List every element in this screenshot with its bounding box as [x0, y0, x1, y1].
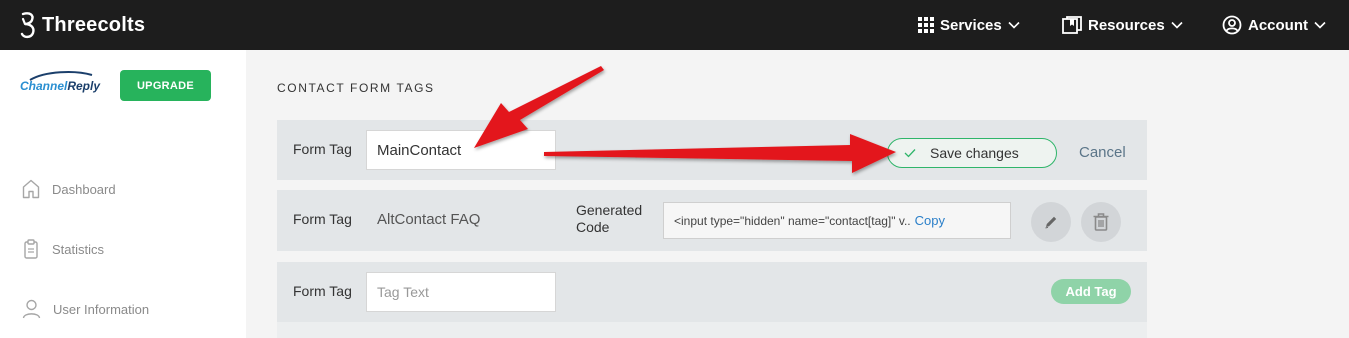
nav-services[interactable]: Services [918, 0, 1020, 50]
home-icon [22, 179, 40, 199]
grid-icon [918, 17, 934, 33]
edit-button[interactable] [1031, 202, 1071, 242]
pencil-icon [1045, 216, 1057, 229]
nav-resources-label: Resources [1088, 16, 1165, 34]
book-icon [1062, 16, 1082, 34]
form-tag-label: Form Tag [293, 283, 352, 299]
upgrade-button[interactable]: UPGRADE [120, 70, 211, 101]
brand-name: Threecolts [42, 13, 146, 36]
chevron-down-icon [1008, 21, 1020, 29]
generated-code-box[interactable]: <input type="hidden" name="contact[tag]"… [663, 202, 1011, 239]
save-changes-label: Save changes [930, 145, 1019, 161]
nav-account-label: Account [1248, 16, 1308, 34]
sidebar-item-label: User Information [53, 301, 150, 317]
generated-code-label: Generated Code [576, 202, 643, 235]
clipboard-icon [24, 239, 38, 259]
section-title: CONTACT FORM TAGS [277, 81, 435, 95]
save-changes-button[interactable]: Save changes [887, 138, 1057, 168]
threecolts-logo-icon [20, 12, 35, 39]
add-tag-button[interactable]: Add Tag [1051, 279, 1131, 304]
sidebar: ChannelReply UPGRADE Dashboard Statistic… [0, 50, 246, 338]
nav-services-label: Services [940, 16, 1002, 34]
copy-link[interactable]: Copy [915, 213, 945, 228]
logo-channel-text: Channel [20, 79, 68, 93]
nav-account[interactable]: Account [1222, 0, 1326, 50]
nav-resources[interactable]: Resources [1062, 0, 1183, 50]
channelreply-logo[interactable]: ChannelReply [20, 70, 100, 108]
form-tag-row-new: Form Tag Tag Text Add Tag [277, 262, 1147, 322]
delete-button[interactable] [1081, 202, 1121, 242]
chevron-down-icon [1314, 21, 1326, 29]
sidebar-item-statistics[interactable]: Statistics [22, 237, 104, 261]
form-tag-label: Form Tag [293, 141, 352, 157]
threecolts-logo[interactable]: Threecolts [20, 11, 145, 39]
chevron-down-icon [1171, 21, 1183, 29]
form-tag-input[interactable]: MainContact [366, 130, 556, 170]
sidebar-item-label: Dashboard [52, 181, 116, 197]
top-navbar: Threecolts Services Resources Account [0, 0, 1349, 50]
user-circle-icon [1222, 15, 1242, 35]
check-icon [904, 149, 916, 158]
user-icon [22, 299, 41, 319]
trash-icon [1093, 213, 1109, 231]
row-footer-strip [277, 322, 1147, 338]
form-tag-row-existing: Form Tag AltContact FAQ Generated Code <… [277, 190, 1147, 251]
new-tag-input[interactable]: Tag Text [366, 272, 556, 312]
form-tag-row-editing: Form Tag MainContact Save changes Cancel [277, 120, 1147, 180]
sidebar-item-user-information[interactable]: User Information [22, 297, 149, 321]
cancel-button[interactable]: Cancel [1079, 144, 1126, 161]
generated-code-text: <input type="hidden" name="contact[tag]"… [674, 213, 911, 228]
form-tag-value: AltContact FAQ [377, 211, 481, 228]
form-tag-label: Form Tag [293, 211, 352, 227]
sidebar-item-dashboard[interactable]: Dashboard [22, 177, 116, 201]
sidebar-item-label: Statistics [52, 241, 105, 257]
logo-reply-text: Reply [67, 79, 101, 93]
